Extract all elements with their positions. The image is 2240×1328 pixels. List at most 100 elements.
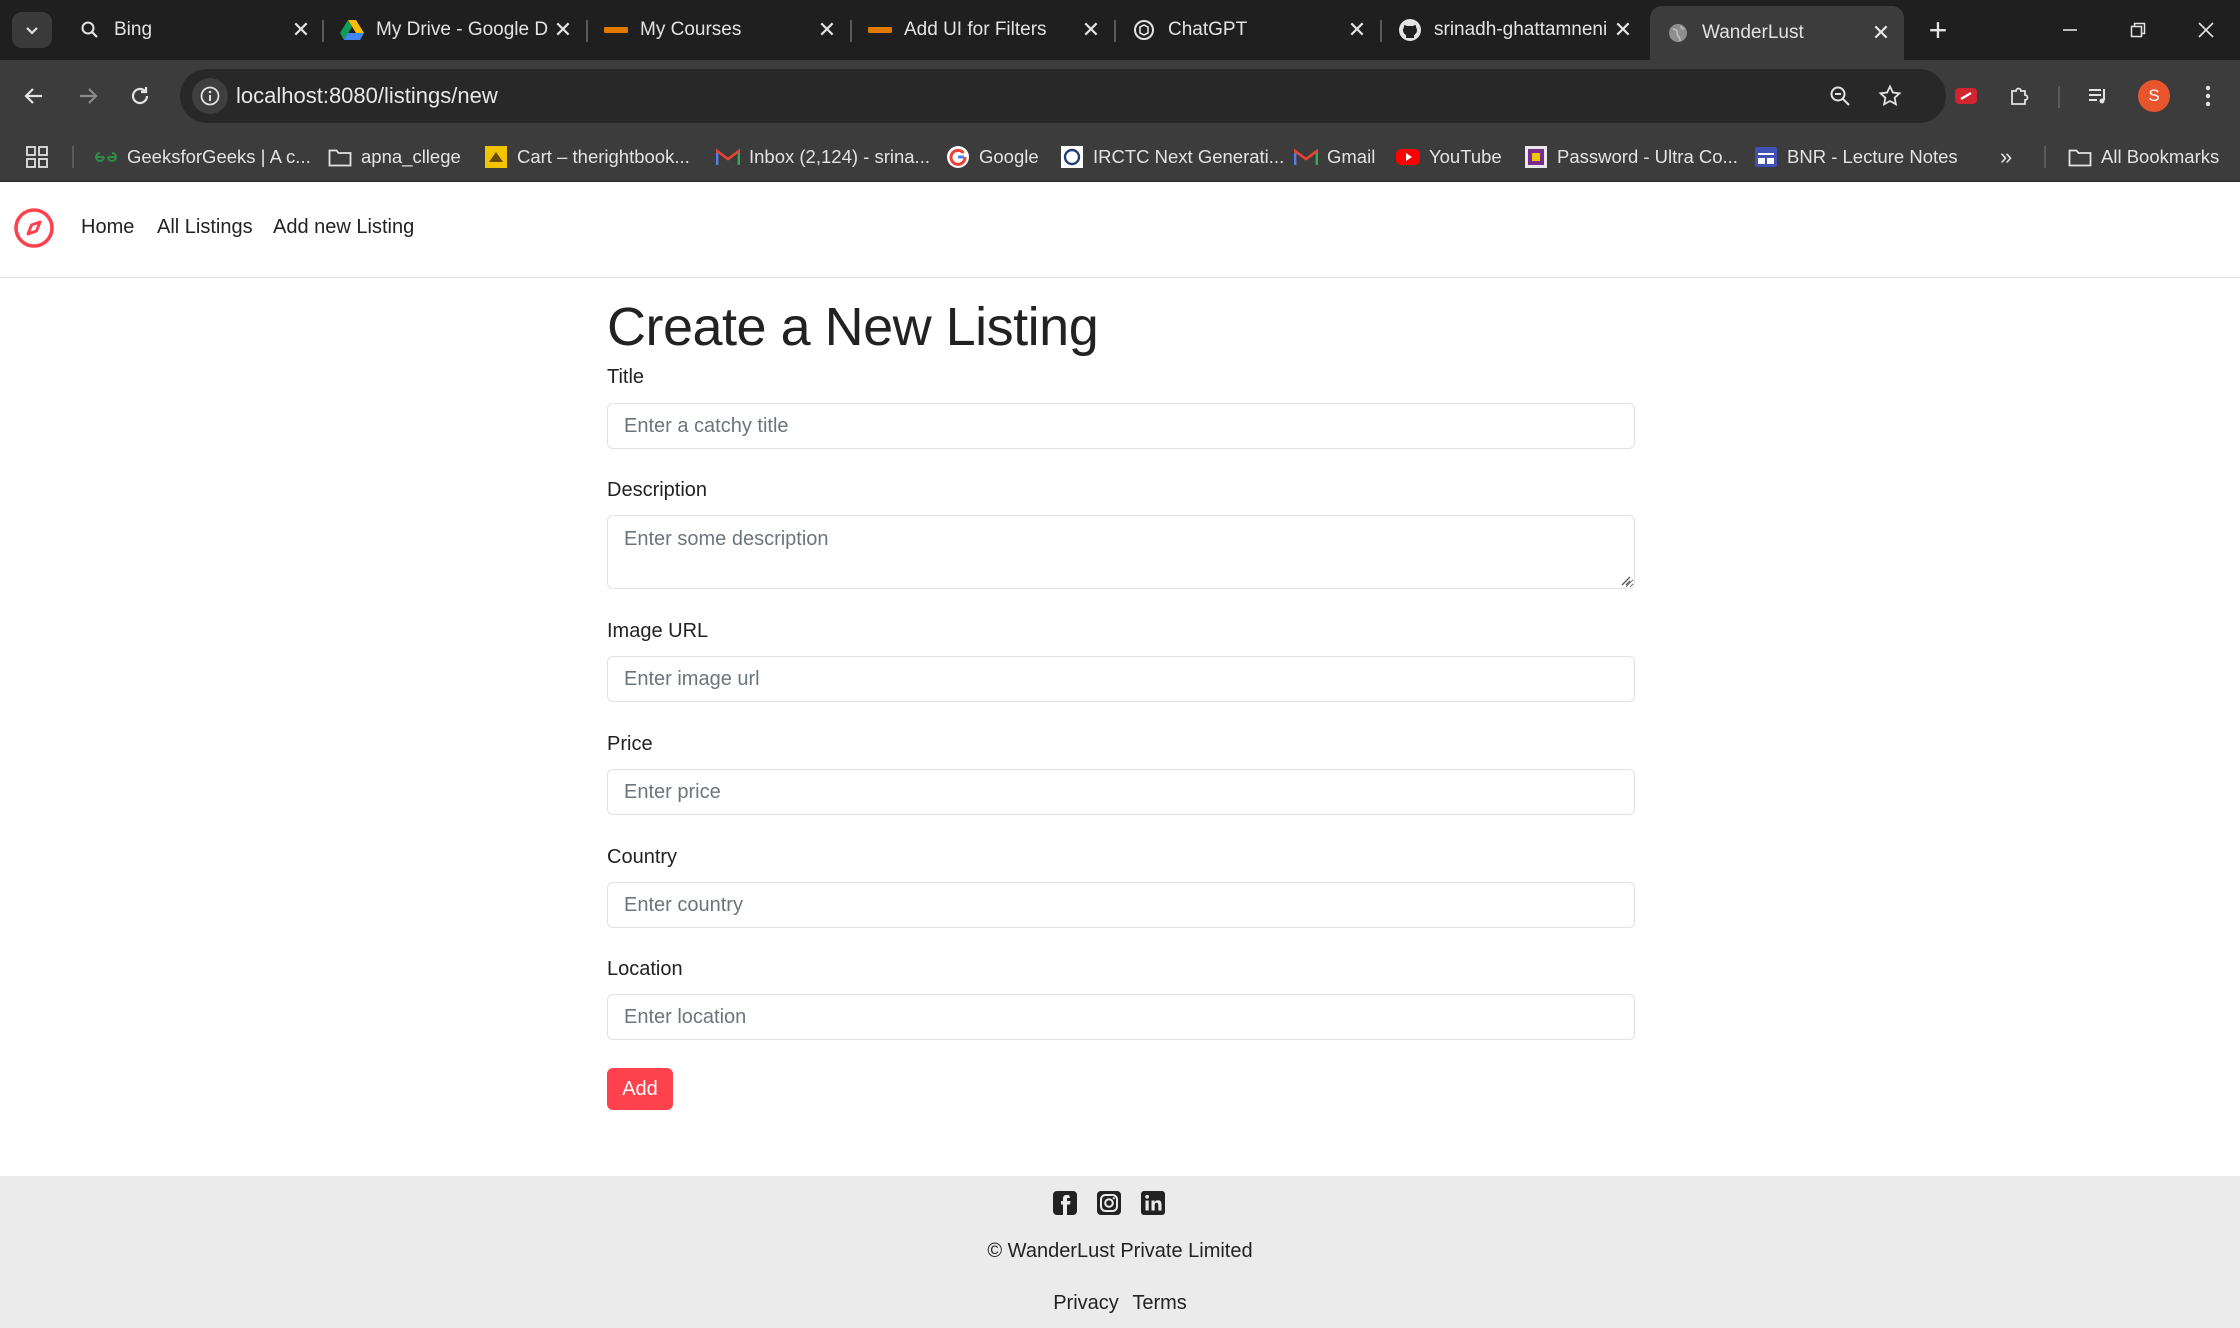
extensions-puzzle-icon[interactable] xyxy=(1998,74,2042,118)
privacy-link[interactable]: Privacy xyxy=(1053,1292,1119,1314)
site-navbar: Home All Listings Add new Listing xyxy=(0,182,2240,278)
browser-menu-icon[interactable] xyxy=(2186,74,2230,118)
bookmark-cart[interactable]: Cart – therightbook... xyxy=(484,142,690,172)
bookmark-gmail[interactable]: Gmail xyxy=(1294,142,1375,172)
close-tab-icon[interactable]: ✕ xyxy=(1076,15,1106,45)
minimize-icon xyxy=(2063,29,2077,31)
tab-wanderlust[interactable]: WanderLust ✕ xyxy=(1650,6,1904,60)
description-textarea[interactable] xyxy=(607,515,1635,589)
footer-links: Privacy Terms xyxy=(0,1292,2240,1315)
bookmark-youtube[interactable]: YouTube xyxy=(1396,142,1502,172)
browser-tab-strip: Bing ✕ My Drive - Google Drive ✕ My Cour… xyxy=(0,0,2240,60)
close-tab-icon[interactable]: ✕ xyxy=(812,15,842,45)
close-tab-icon[interactable]: ✕ xyxy=(286,15,316,45)
country-input[interactable] xyxy=(607,882,1635,928)
bookmark-label: Google xyxy=(979,146,1039,167)
reload-button[interactable] xyxy=(118,74,162,118)
tab-title: srinadh-ghattamneni xyxy=(1434,19,1608,40)
bookmarks-divider xyxy=(72,146,74,168)
minimize-button[interactable] xyxy=(2042,8,2098,52)
image-url-input[interactable] xyxy=(607,656,1635,702)
site-info-icon[interactable] xyxy=(192,78,228,114)
compass-logo-icon[interactable] xyxy=(12,206,56,250)
tab-github[interactable]: srinadh-ghattamneni ✕ xyxy=(1382,6,1646,54)
youtube-icon xyxy=(1396,145,1420,169)
terms-link[interactable]: Terms xyxy=(1132,1292,1186,1314)
bookmark-label: Password - Ultra Co... xyxy=(1557,146,1738,167)
restore-icon xyxy=(2130,22,2146,38)
price-input[interactable] xyxy=(607,769,1635,815)
chevron-down-icon xyxy=(26,27,38,35)
tab-title: WanderLust xyxy=(1702,22,1804,43)
add-button[interactable]: Add xyxy=(607,1068,673,1110)
tab-title: My Courses xyxy=(640,19,742,40)
all-bookmarks-button[interactable]: All Bookmarks xyxy=(2068,142,2219,172)
close-tab-icon[interactable]: ✕ xyxy=(1608,15,1638,45)
toolbar-divider xyxy=(2058,86,2060,108)
tab-search-button[interactable] xyxy=(12,12,52,48)
close-tab-icon[interactable]: ✕ xyxy=(1342,15,1372,45)
close-tab-icon[interactable]: ✕ xyxy=(548,15,578,45)
nav-all-listings-link[interactable]: All Listings xyxy=(157,216,253,239)
tab-chatgpt[interactable]: ChatGPT ✕ xyxy=(1116,6,1380,54)
bookmark-label: Inbox (2,124) - srina... xyxy=(749,146,930,167)
bookmark-label: IRCTC Next Generati... xyxy=(1093,146,1285,167)
linkedin-icon[interactable] xyxy=(1140,1190,1166,1216)
image-url-label: Image URL xyxy=(607,620,709,642)
college-icon xyxy=(604,18,628,42)
bookmark-label: YouTube xyxy=(1429,146,1502,167)
bookmark-password[interactable]: Password - Ultra Co... xyxy=(1524,142,1738,172)
tab-my-courses[interactable]: My Courses ✕ xyxy=(588,6,850,54)
bookmark-star-icon[interactable] xyxy=(1872,78,1908,114)
facebook-icon[interactable] xyxy=(1052,1190,1078,1216)
bookmark-inbox[interactable]: Inbox (2,124) - srina... xyxy=(716,142,930,172)
address-bar[interactable]: localhost:8080/listings/new xyxy=(180,69,1946,123)
close-window-button[interactable] xyxy=(2178,8,2234,52)
chatgpt-icon xyxy=(1132,18,1156,42)
country-label: Country xyxy=(607,846,678,868)
profile-avatar[interactable]: S xyxy=(2138,80,2170,112)
bookmark-apna-cllege[interactable]: apna_cllege xyxy=(328,142,461,172)
notes-icon xyxy=(1754,145,1778,169)
bookmark-label: GeeksforGeeks | A c... xyxy=(127,146,311,167)
irctc-icon xyxy=(1060,145,1084,169)
tab-title: Bing xyxy=(114,19,153,40)
close-tab-icon[interactable]: ✕ xyxy=(1866,18,1896,48)
forward-button[interactable] xyxy=(66,74,110,118)
bookmark-label: Gmail xyxy=(1327,146,1376,167)
nav-home-link[interactable]: Home xyxy=(81,216,134,239)
book-icon xyxy=(484,145,508,169)
apps-grid-button[interactable] xyxy=(26,142,48,172)
arrow-right-icon xyxy=(80,88,98,104)
bookmark-label: All Bookmarks xyxy=(2101,146,2220,167)
reload-icon xyxy=(131,87,149,105)
tab-title: ChatGPT xyxy=(1168,19,1248,40)
tab-bing[interactable]: Bing ✕ xyxy=(62,6,324,54)
new-tab-button[interactable]: + xyxy=(1918,10,1958,50)
folder-icon xyxy=(2068,145,2092,169)
extension-red-icon[interactable] xyxy=(1944,74,1988,118)
tab-google-drive[interactable]: My Drive - Google Drive ✕ xyxy=(324,6,586,54)
bookmark-label: Cart – therightbook... xyxy=(517,146,690,167)
github-icon xyxy=(1398,18,1422,42)
gmail-icon xyxy=(716,145,740,169)
nav-add-listing-link[interactable]: Add new Listing xyxy=(273,216,414,239)
zoom-icon[interactable] xyxy=(1822,78,1858,114)
back-button[interactable] xyxy=(12,74,56,118)
tab-add-ui-filters[interactable]: Add UI for Filters ✕ xyxy=(852,6,1114,54)
resize-handle-icon[interactable] xyxy=(1619,574,1631,586)
restore-button[interactable] xyxy=(2110,8,2166,52)
bookmark-google[interactable]: Google xyxy=(946,142,1039,172)
bookmark-geeksforgeeks[interactable]: GeeksforGeeks | A c... xyxy=(94,142,311,172)
title-input[interactable] xyxy=(607,403,1635,449)
bookmark-irctc[interactable]: IRCTC Next Generati... xyxy=(1060,142,1284,172)
bookmarks-divider xyxy=(2044,146,2046,168)
bookmark-bnr[interactable]: BNR - Lecture Notes xyxy=(1754,142,1958,172)
tab-title: Add UI for Filters xyxy=(904,19,1047,40)
location-input[interactable] xyxy=(607,994,1635,1040)
instagram-icon[interactable] xyxy=(1096,1190,1122,1216)
more-bookmarks-button[interactable]: » xyxy=(2000,142,2012,172)
chevron-double-right-icon: » xyxy=(2000,144,2013,169)
arrow-left-icon xyxy=(24,88,42,104)
media-controls-icon[interactable] xyxy=(2076,74,2120,118)
